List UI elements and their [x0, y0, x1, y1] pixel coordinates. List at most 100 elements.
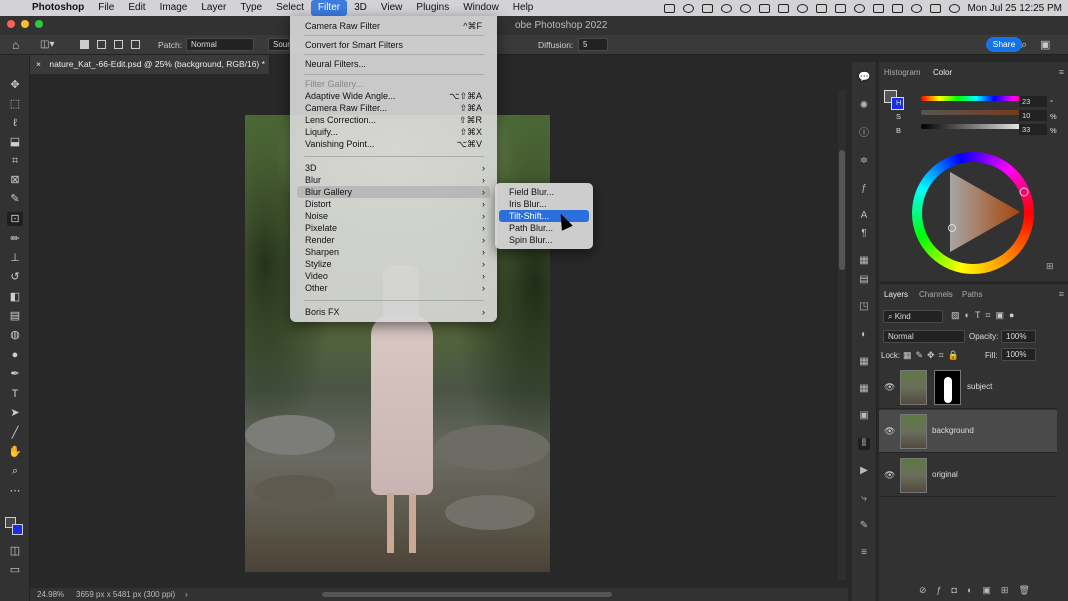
marquee-tool-icon[interactable]: ⬚	[7, 97, 23, 111]
layers-menu-icon[interactable]: ≡	[1059, 289, 1064, 299]
menu-item-camera-raw-filter[interactable]: Camera Raw Filter ^⌘F	[297, 20, 490, 32]
document-tab[interactable]: × nature_Kat_-66-Edit.psd @ 25% (backgro…	[30, 55, 270, 74]
menu-file[interactable]: File	[91, 0, 121, 16]
menu-filter[interactable]: Filter	[310, 0, 348, 16]
intersect-selection-icon[interactable]	[131, 40, 140, 49]
tab-histogram[interactable]: Histogram	[884, 68, 920, 77]
vertical-scroll-thumb[interactable]	[839, 150, 845, 270]
saturation-value[interactable]: 10	[1019, 110, 1047, 121]
zoom-window-button[interactable]	[35, 20, 43, 28]
menu-3d[interactable]: 3D	[347, 0, 374, 16]
menu-help[interactable]: Help	[506, 0, 541, 16]
dodge-tool-icon[interactable]: ●	[7, 348, 23, 362]
minimize-window-button[interactable]	[21, 20, 29, 28]
bluetooth-icon[interactable]	[834, 3, 846, 13]
actions-icon[interactable]: ▶	[858, 465, 870, 477]
hue-slider[interactable]	[921, 96, 1031, 101]
siri-icon[interactable]	[948, 3, 960, 13]
zoom-level[interactable]: 24.98%	[37, 588, 64, 601]
libraries-icon[interactable]: ▦	[858, 255, 870, 267]
menu-item-distort[interactable]: Distort ›	[297, 198, 490, 210]
chevron-right-icon[interactable]: ›	[185, 588, 188, 601]
menu-item-3d[interactable]: 3D ›	[297, 162, 490, 174]
menu-plugins[interactable]: Plugins	[409, 0, 456, 16]
vpn-icon[interactable]	[720, 3, 732, 13]
menu-window[interactable]: Window	[456, 0, 506, 16]
close-window-button[interactable]	[7, 20, 15, 28]
layer-thumbnail[interactable]	[900, 414, 927, 449]
menu-item-render[interactable]: Render ›	[297, 234, 490, 246]
type-tool-icon[interactable]: T	[7, 387, 23, 401]
keyboard-icon[interactable]	[891, 3, 903, 13]
sync-icon[interactable]	[739, 3, 751, 13]
layers-footer-icons[interactable]: ⊘ƒ◘◐▣⊞🗑	[919, 585, 1040, 596]
tool-preset-icon[interactable]: ◫▾	[40, 35, 54, 55]
clone-stamp-tool-icon[interactable]: ⊥	[7, 251, 23, 265]
opacity-field[interactable]: 100%	[1001, 330, 1036, 343]
patch-tool-icon[interactable]: ⊡	[7, 212, 23, 226]
menu-item-field-blur[interactable]: Field Blur...	[499, 186, 589, 198]
menu-type[interactable]: Type	[233, 0, 269, 16]
menu-item-convert-smart-filters[interactable]: Convert for Smart Filters	[297, 39, 490, 51]
timer-icon[interactable]	[872, 3, 884, 13]
menu-item-liquify[interactable]: Liquify... ⇧⌘X	[297, 126, 490, 138]
color-triangle[interactable]	[912, 152, 1034, 274]
plugins-icon[interactable]: ◳	[858, 301, 870, 313]
dropbox-icon[interactable]	[701, 3, 713, 13]
menu-item-blur[interactable]: Blur ›	[297, 174, 490, 186]
line-tool-icon[interactable]: ╱	[7, 426, 23, 440]
menu-select[interactable]: Select	[269, 0, 311, 16]
document-size-info[interactable]: 3659 px x 5481 px (300 ppi)	[76, 588, 175, 601]
history-brush-tool-icon[interactable]: ↺	[7, 270, 23, 284]
brush-tool-icon[interactable]: ✏	[7, 232, 23, 246]
pen-tool-icon[interactable]: ✒	[7, 367, 23, 381]
visibility-eye-icon[interactable]: 👁	[884, 470, 895, 481]
menu-view[interactable]: View	[374, 0, 410, 16]
quick-mask-icon[interactable]: ◫	[7, 544, 23, 558]
fill-field[interactable]: 100%	[1001, 348, 1036, 361]
gradient-tool-icon[interactable]: ▤	[7, 309, 23, 323]
layer-filter-select[interactable]: ⌕ Kind	[883, 310, 943, 323]
control-center-icon[interactable]	[929, 3, 941, 13]
menu-item-blur-gallery[interactable]: Blur Gallery ›	[297, 186, 490, 198]
workspace-icon[interactable]: ▣	[1040, 35, 1050, 55]
home-icon[interactable]: ⌂	[12, 35, 19, 55]
brightness-value[interactable]: 33	[1019, 124, 1047, 135]
diffusion-select[interactable]: 5	[578, 38, 608, 51]
layer-name[interactable]: original	[932, 470, 958, 479]
menu-layer[interactable]: Layer	[194, 0, 233, 16]
share-button[interactable]: Share	[986, 37, 1022, 52]
comments-icon[interactable]: 💬	[858, 72, 870, 84]
menu-edit[interactable]: Edit	[121, 0, 152, 16]
camera-icon[interactable]	[663, 3, 675, 13]
menu-image[interactable]: Image	[153, 0, 195, 16]
layer-thumbnail[interactable]	[900, 458, 927, 493]
info-icon[interactable]: ⓘ	[858, 128, 870, 140]
source-select[interactable]: Sour	[268, 38, 290, 51]
arc-icon[interactable]	[796, 3, 808, 13]
menu-item-iris-blur[interactable]: Iris Blur...	[499, 198, 589, 210]
properties-icon[interactable]: ≑	[858, 155, 870, 167]
panel-menu-icon[interactable]: ≡	[1059, 67, 1064, 77]
more-tools-icon[interactable]: ⋯	[7, 484, 23, 498]
menu-item-neural-filters[interactable]: Neural Filters...	[297, 58, 490, 70]
airplay-icon[interactable]	[758, 3, 770, 13]
expand-panel-icon[interactable]: ⊞	[1046, 261, 1054, 272]
menu-item-camera-raw-filter-2[interactable]: Camera Raw Filter... ⇧⌘A	[297, 102, 490, 114]
menu-item-spin-blur[interactable]: Spin Blur...	[499, 234, 589, 246]
layer-filter-icons[interactable]: ▨◐T⌗▣●	[951, 310, 1019, 321]
tab-channels[interactable]: Channels	[919, 290, 953, 299]
brightness-slider[interactable]	[921, 124, 1031, 129]
menu-photoshop[interactable]: Photoshop	[30, 0, 91, 16]
new-selection-icon[interactable]	[80, 40, 89, 49]
menu-item-lens-correction[interactable]: Lens Correction... ⇧⌘R	[297, 114, 490, 126]
menu-item-noise[interactable]: Noise ›	[297, 210, 490, 222]
zoom-tool-icon[interactable]: ⌕	[7, 464, 23, 478]
navigator-icon[interactable]: ▦	[858, 383, 870, 395]
color-wheel[interactable]	[912, 152, 1034, 274]
layer-background[interactable]: 👁 background	[879, 410, 1057, 453]
table-icon[interactable]: ▦	[858, 356, 870, 368]
clock[interactable]: Mon Jul 25 12:25 PM	[968, 3, 1063, 14]
lock-icons[interactable]: ▦✎✥⌗🔒	[903, 350, 963, 361]
creative-cloud-icon[interactable]	[682, 3, 694, 13]
